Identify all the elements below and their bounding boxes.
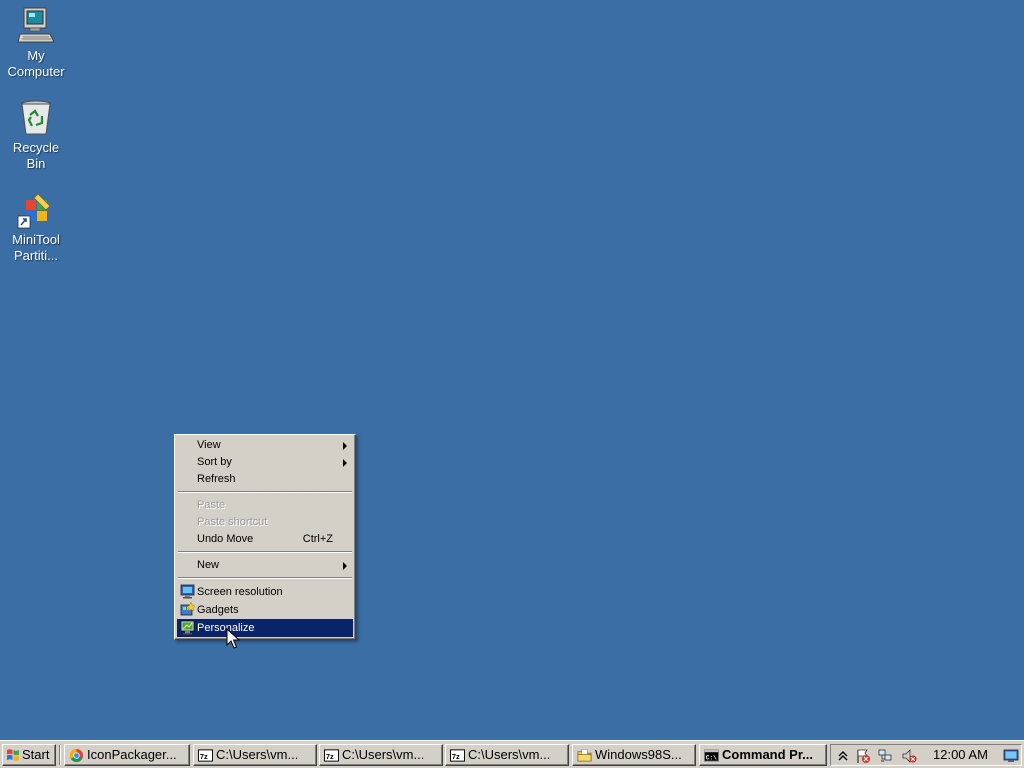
- menu-item-personalize[interactable]: Personalize: [177, 619, 353, 637]
- desktop-icon-label: Partiti...: [13, 248, 59, 263]
- menu-separator: [177, 548, 353, 557]
- task-button-windows98s[interactable]: Windows98S...: [572, 744, 696, 766]
- taskbar-separator: [59, 745, 61, 765]
- desktop-icon-recycle-bin[interactable]: Recycle Bin: [2, 98, 70, 172]
- taskbar: Start IconPackager... 7z C:\Users\vm... …: [0, 740, 1024, 768]
- menu-item-sort-by[interactable]: Sort by: [177, 454, 353, 471]
- show-hidden-icons-chevron-icon[interactable]: [835, 748, 851, 764]
- menu-item-undo-move[interactable]: Undo Move Ctrl+Z: [177, 531, 353, 548]
- menu-item-new[interactable]: New: [177, 557, 353, 574]
- minitool-partition-icon: [17, 193, 51, 229]
- menu-separator: [177, 488, 353, 497]
- svg-text:7z: 7z: [452, 752, 460, 761]
- action-center-flag-icon[interactable]: [855, 748, 871, 764]
- personalize-icon: [180, 620, 195, 635]
- menu-item-label: Refresh: [197, 473, 236, 485]
- submenu-arrow-icon: [343, 459, 347, 467]
- volume-muted-icon[interactable]: [901, 748, 917, 764]
- chrome-icon: [69, 748, 84, 763]
- menu-item-label: Screen resolution: [197, 586, 283, 598]
- 7zip-icon: 7z: [324, 749, 339, 762]
- menu-item-paste-shortcut: Paste shortcut: [177, 514, 353, 531]
- desktop-icon-label: MiniTool: [12, 232, 60, 247]
- windows-logo-icon: [7, 749, 19, 761]
- screen-resolution-icon: [180, 584, 195, 599]
- desktop-icon-minitool[interactable]: MiniTool Partiti...: [2, 190, 70, 264]
- network-icon[interactable]: [877, 748, 893, 764]
- menu-item-paste: Paste: [177, 497, 353, 514]
- 7zip-icon: 7z: [198, 749, 213, 762]
- recycle-bin-icon: [21, 100, 51, 135]
- menu-item-label: Sort by: [197, 456, 232, 468]
- task-button-label: C:\Users\vm...: [216, 747, 299, 762]
- task-button-label: C:\Users\vm...: [468, 747, 551, 762]
- menu-item-label: Paste shortcut: [197, 516, 268, 528]
- menu-item-label: Undo Move: [197, 533, 254, 545]
- desktop-icon-label: Computer: [7, 64, 65, 79]
- menu-item-gadgets[interactable]: Gadgets: [177, 601, 353, 619]
- task-button-label: Windows98S...: [595, 747, 682, 762]
- task-button-7zip-2[interactable]: 7z C:\Users\vm...: [319, 744, 443, 766]
- cmd-icon: C:\: [704, 749, 719, 762]
- task-button-iconpackager[interactable]: IconPackager...: [64, 744, 190, 766]
- menu-item-shortcut: Ctrl+Z: [302, 533, 333, 545]
- task-button-command-prompt[interactable]: C:\ Command Pr...: [699, 744, 827, 766]
- mouse-pointer-icon: [226, 628, 240, 649]
- desktop-icon-label: My: [27, 48, 45, 63]
- menu-item-screen-resolution[interactable]: Screen resolution: [177, 583, 353, 601]
- menu-item-label: View: [197, 439, 221, 451]
- desktop-context-menu: View Sort by Refresh Paste Paste shortcu…: [174, 434, 356, 640]
- svg-text:7z: 7z: [326, 752, 334, 761]
- start-button[interactable]: Start: [2, 744, 56, 766]
- menu-item-label: New: [197, 559, 220, 571]
- system-tray: 12:00 AM: [830, 744, 1022, 766]
- task-button-7zip-1[interactable]: 7z C:\Users\vm...: [193, 744, 317, 766]
- task-button-label: C:\Users\vm...: [342, 747, 425, 762]
- submenu-arrow-icon: [343, 562, 347, 570]
- folder-icon: [577, 749, 592, 762]
- desktop-icon-label: Bin: [26, 156, 46, 171]
- svg-text:C:\: C:\: [706, 754, 717, 761]
- start-label: Start: [22, 747, 50, 762]
- svg-text:7z: 7z: [200, 752, 208, 761]
- menu-item-refresh[interactable]: Refresh: [177, 471, 353, 488]
- submenu-arrow-icon: [343, 442, 347, 450]
- computer-icon: [17, 7, 55, 43]
- task-button-7zip-3[interactable]: 7z C:\Users\vm...: [445, 744, 569, 766]
- 7zip-icon: 7z: [450, 749, 465, 762]
- desktop-icon-label: Recycle: [12, 140, 60, 155]
- gadgets-icon: [180, 602, 195, 616]
- task-button-label: IconPackager...: [87, 747, 177, 762]
- menu-item-view[interactable]: View: [177, 437, 353, 454]
- show-desktop-icon[interactable]: [1003, 748, 1019, 764]
- task-button-label: Command Pr...: [722, 747, 814, 762]
- menu-item-label: Gadgets: [197, 604, 239, 616]
- desktop-icon-my-computer[interactable]: My Computer: [2, 6, 70, 80]
- tray-clock[interactable]: 12:00 AM: [933, 745, 988, 765]
- menu-item-label: Paste: [197, 499, 226, 511]
- menu-separator: [177, 574, 353, 583]
